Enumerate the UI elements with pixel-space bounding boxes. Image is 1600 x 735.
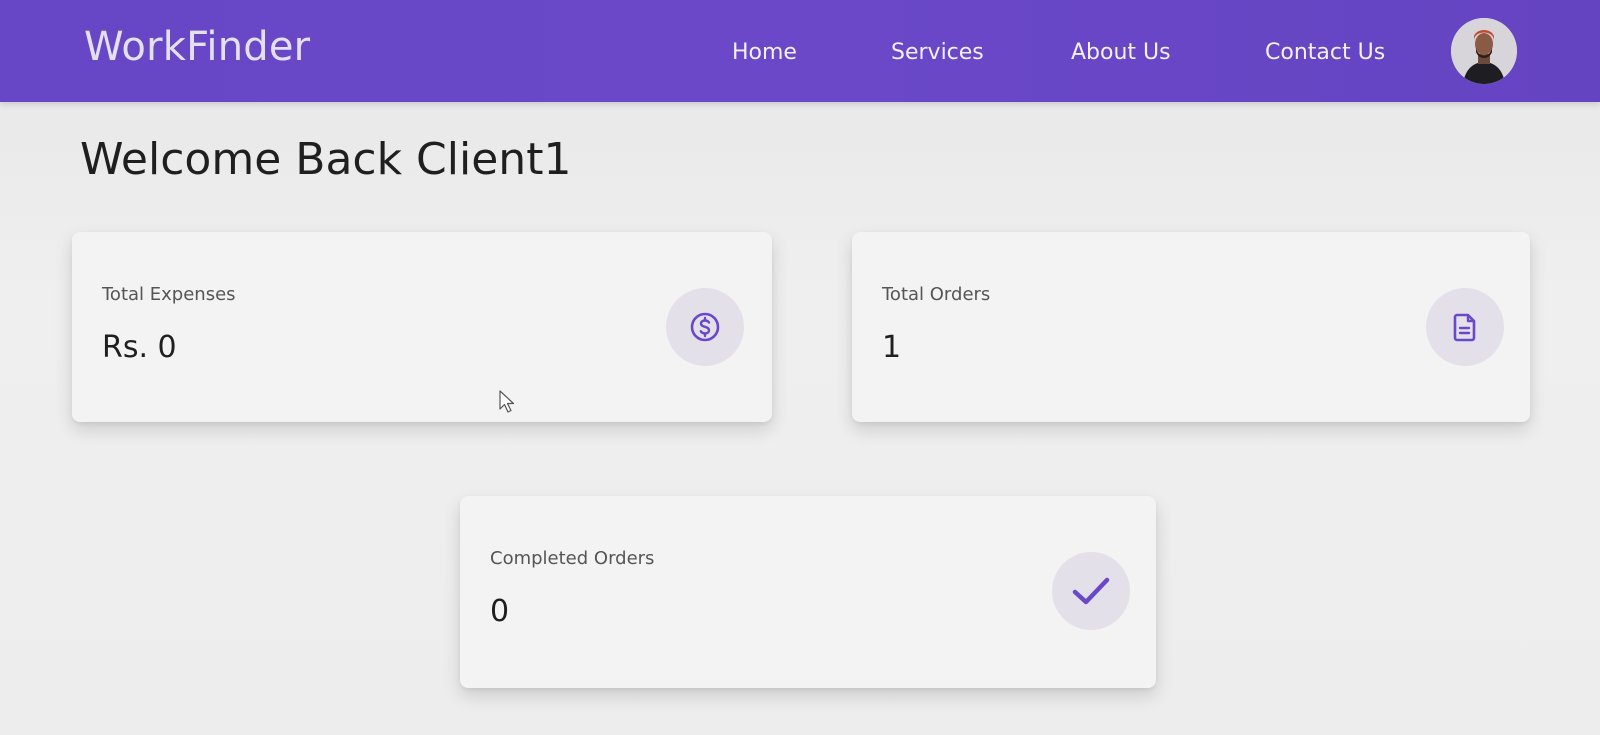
dollar-circle-icon bbox=[666, 288, 744, 366]
total-expenses-card: Total Expenses Rs. 0 bbox=[72, 232, 772, 422]
nav-link-contact-us[interactable]: Contact Us bbox=[1265, 40, 1385, 65]
total-orders-label: Total Orders bbox=[882, 284, 991, 305]
brand-logo[interactable]: WorkFinder bbox=[84, 24, 310, 70]
nav-link-home[interactable]: Home bbox=[732, 40, 797, 65]
completed-orders-value: 0 bbox=[490, 594, 510, 629]
user-avatar-icon bbox=[1451, 18, 1517, 84]
completed-orders-card: Completed Orders 0 bbox=[460, 496, 1156, 688]
total-expenses-label: Total Expenses bbox=[102, 284, 236, 305]
total-expenses-value: Rs. 0 bbox=[102, 330, 177, 365]
user-avatar[interactable] bbox=[1451, 18, 1517, 84]
document-icon bbox=[1426, 288, 1504, 366]
completed-orders-label: Completed Orders bbox=[490, 548, 655, 569]
nav-link-services[interactable]: Services bbox=[891, 40, 984, 65]
nav-link-about-us[interactable]: About Us bbox=[1071, 40, 1171, 65]
welcome-heading: Welcome Back Client1 bbox=[80, 134, 572, 185]
mouse-cursor-icon bbox=[499, 390, 515, 413]
check-icon bbox=[1052, 552, 1130, 630]
total-orders-card: Total Orders 1 bbox=[852, 232, 1530, 422]
navbar: WorkFinder Home Services About Us Contac… bbox=[0, 0, 1600, 102]
total-orders-value: 1 bbox=[882, 330, 902, 365]
